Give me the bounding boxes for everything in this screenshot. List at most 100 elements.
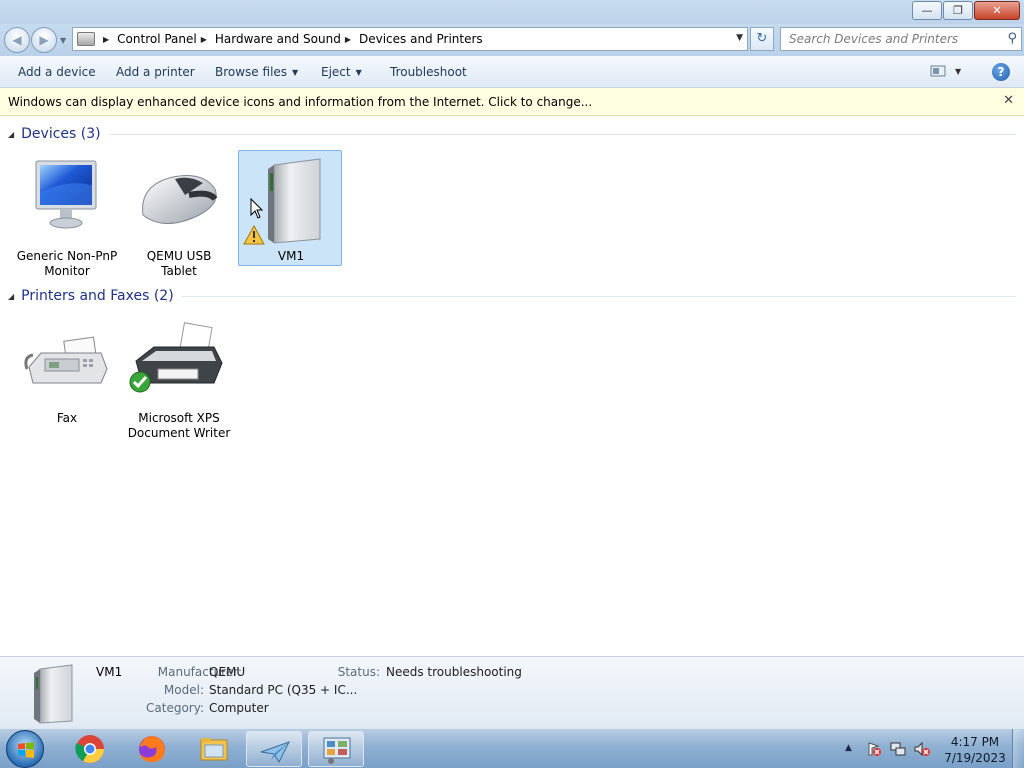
system-clock[interactable]: 4:17 PM 7/19/2023 [940, 734, 1010, 766]
device-tile-usb-tablet[interactable]: QEMU USB Tablet [126, 150, 230, 278]
action-center-icon[interactable] [866, 741, 882, 757]
command-bar: Add a device Add a printer Browse files ▼… [0, 56, 1024, 88]
model-value: Standard PC (Q35 + IC... [209, 683, 358, 697]
control-panel-icon [77, 32, 95, 46]
breadcrumb-devices-and-printers[interactable]: Devices and Printers [359, 32, 483, 46]
maximize-button[interactable]: ❐ [943, 1, 973, 20]
troubleshoot-button[interactable]: Troubleshoot [390, 65, 467, 79]
printers-group-header[interactable]: ◢ Printers and Faxes (2) [8, 288, 1016, 304]
forward-button[interactable]: ▶ [31, 27, 57, 53]
chrome-taskbar-button[interactable] [62, 731, 118, 767]
printer-label: Fax [56, 411, 78, 425]
refresh-button[interactable]: ↻ [750, 27, 774, 51]
search-box[interactable]: ⚲ [780, 27, 1022, 51]
group-divider [108, 133, 1016, 135]
devices-group-header[interactable]: ◢ Devices (3) [8, 126, 1016, 142]
volume-muted-icon[interactable] [914, 741, 930, 757]
printer-tile-fax[interactable]: Fax [14, 312, 118, 428]
details-device-name: VM1 [96, 665, 123, 679]
start-button[interactable] [6, 730, 44, 768]
taskbar: ▲ 4:17 PM 7/19/2023 [0, 728, 1024, 768]
status-value: Needs troubleshooting [386, 665, 522, 679]
add-printer-button[interactable]: Add a printer [116, 65, 195, 79]
search-input[interactable] [781, 28, 991, 50]
back-arrow-icon: ◀ [12, 33, 22, 47]
search-icon[interactable]: ⚲ [1007, 31, 1017, 46]
address-row: ◀ ▶ ▼ ▶ Control Panel ▶ Hardware and Sou… [0, 24, 1024, 56]
view-icon [930, 65, 946, 77]
close-icon: ✕ [992, 4, 1002, 17]
firefox-icon [139, 736, 165, 762]
browse-files-button[interactable]: Browse files ▼ [215, 65, 298, 79]
explorer-taskbar-button[interactable] [186, 731, 242, 767]
chrome-icon [75, 735, 104, 763]
address-bar[interactable]: ▶ Control Panel ▶ Hardware and Sound ▶ D… [72, 27, 748, 51]
close-info-bar-icon[interactable]: ✕ [1003, 93, 1014, 108]
network-icon[interactable] [890, 741, 906, 757]
maximize-icon: ❐ [953, 4, 963, 17]
minimize-button[interactable]: — [912, 1, 942, 20]
control-panel-taskbar-button[interactable] [308, 731, 364, 767]
control-panel-icon [323, 737, 351, 764]
info-bar-message[interactable]: Windows can display enhanced device icon… [8, 95, 592, 109]
printer-label: Microsoft XPS Document Writer [127, 411, 231, 440]
paper-plane-taskbar-button[interactable] [246, 731, 302, 767]
devices-view: ◢ Devices (3) Generic Non-PnP Monitor QE… [0, 116, 1024, 656]
collapse-triangle-icon[interactable]: ◢ [8, 130, 14, 139]
firefox-taskbar-button[interactable] [124, 731, 180, 767]
view-dropdown-icon[interactable]: ▼ [955, 67, 961, 76]
window-title-bar: — ❐ ✕ [0, 0, 1024, 24]
model-label: Model: [163, 683, 204, 697]
close-button[interactable]: ✕ [974, 1, 1020, 20]
status-label: Status: [337, 665, 380, 679]
devices-group-title: Devices (3) [21, 126, 101, 142]
default-printer-check-icon [129, 371, 151, 393]
browse-files-label: Browse files [215, 65, 288, 79]
window-controls: — ❐ ✕ [911, 1, 1020, 20]
help-button[interactable]: ? [992, 63, 1010, 81]
breadcrumb-hardware-and-sound[interactable]: Hardware and Sound [215, 32, 341, 46]
chevron-down-icon: ▼ [355, 68, 362, 77]
show-desktop-button[interactable] [1012, 729, 1024, 768]
clock-date: 7/19/2023 [944, 751, 1006, 765]
show-hidden-icons-button[interactable]: ▲ [845, 743, 852, 753]
add-device-button[interactable]: Add a device [18, 65, 96, 79]
mouse-icon [142, 175, 218, 224]
address-dropdown-icon[interactable]: ▼ [736, 33, 743, 43]
fax-icon [24, 336, 108, 384]
manufacturer-value: QEMU [209, 665, 246, 679]
group-divider [181, 295, 1016, 297]
computer-tower-icon [34, 664, 73, 724]
breadcrumb-control-panel[interactable]: Control Panel [117, 32, 197, 46]
eject-button[interactable]: Eject ▼ [321, 65, 362, 79]
minimize-icon: — [921, 4, 933, 17]
breadcrumb: ▶ Control Panel ▶ Hardware and Sound ▶ D… [99, 32, 483, 46]
details-pane: VM1 Manufacturer: QEMU Model: Standard P… [0, 656, 1024, 728]
mouse-cursor-icon [250, 198, 264, 219]
chevron-down-icon: ▼ [292, 68, 299, 77]
paper-plane-icon [260, 741, 291, 764]
device-tile-monitor[interactable]: Generic Non-PnP Monitor [14, 150, 118, 278]
change-view-button[interactable] [930, 65, 946, 80]
info-bar[interactable]: Windows can display enhanced device icon… [0, 88, 1024, 116]
chevron-right-icon[interactable]: ▶ [201, 35, 207, 44]
device-label: Generic Non-PnP Monitor [16, 249, 118, 278]
device-label: QEMU USB Tablet [146, 249, 212, 278]
chevron-right-icon[interactable]: ▶ [345, 35, 351, 44]
printers-group-title: Printers and Faxes (2) [21, 288, 174, 304]
category-value: Computer [209, 701, 269, 715]
category-label: Category: [146, 701, 204, 715]
chevron-right-icon[interactable]: ▶ [103, 35, 109, 44]
clock-time: 4:17 PM [950, 735, 1000, 749]
collapse-triangle-icon[interactable]: ◢ [8, 292, 14, 301]
monitor-icon [35, 160, 97, 229]
refresh-icon: ↻ [756, 31, 768, 46]
forward-arrow-icon: ▶ [39, 33, 49, 47]
windows-logo-icon [18, 742, 34, 758]
recent-pages-dropdown[interactable]: ▼ [60, 36, 66, 45]
printer-tile-xps-writer[interactable]: Microsoft XPS Document Writer [126, 312, 230, 440]
back-button[interactable]: ◀ [4, 27, 30, 53]
device-label: VM1 [277, 249, 305, 263]
eject-label: Eject [321, 65, 351, 79]
warning-icon [243, 225, 265, 245]
